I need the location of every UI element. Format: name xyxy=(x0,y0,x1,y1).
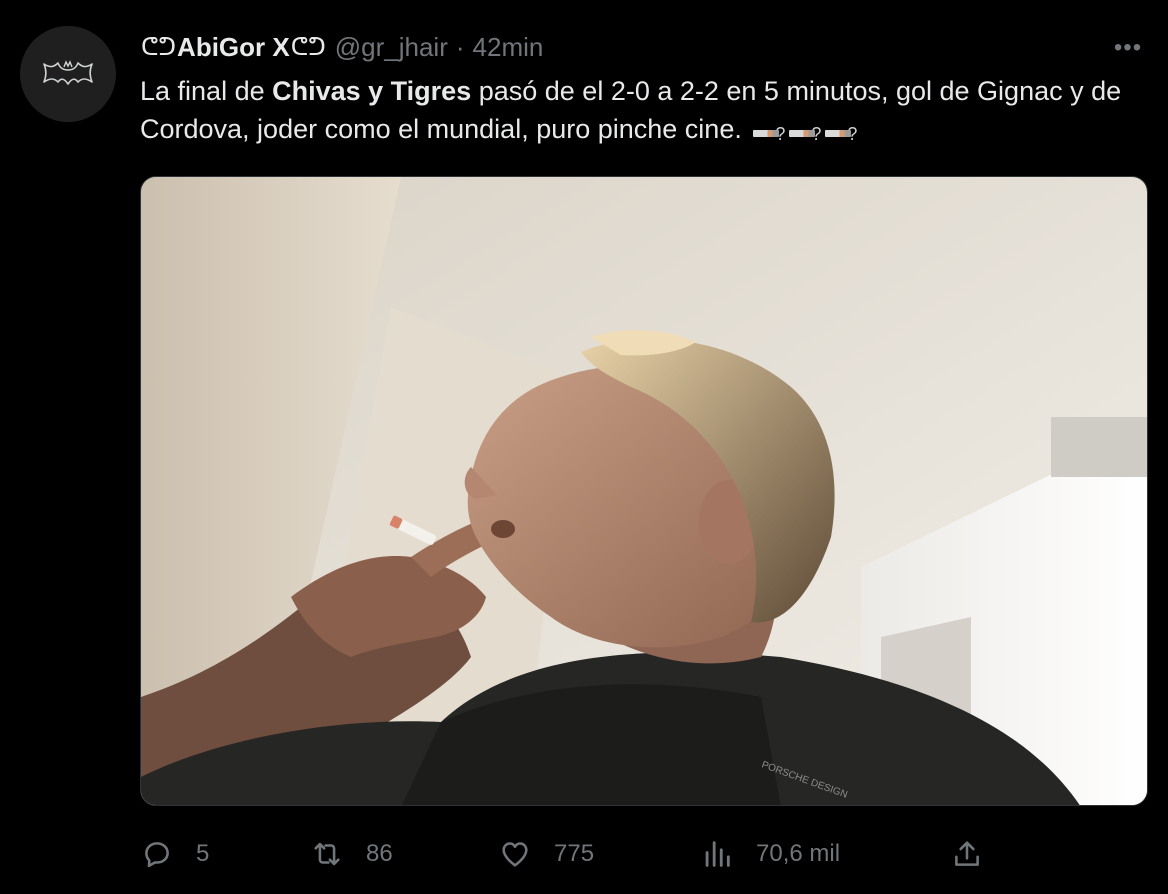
name-decoration-left: ᕦᕤ xyxy=(141,33,177,61)
views-button[interactable]: 70,6 mil xyxy=(700,832,840,876)
more-options-icon[interactable]: ••• xyxy=(1108,34,1148,62)
tweet-header: ᕦᕤ AbiGor X ᕦᕤ @gr_jhair · 42min xyxy=(140,30,543,64)
timestamp[interactable]: 42min xyxy=(473,32,544,63)
views-icon xyxy=(705,841,730,867)
emoji-icon: ? xyxy=(751,115,785,144)
avatar[interactable] xyxy=(20,26,116,122)
user-handle[interactable]: @gr_jhair xyxy=(335,32,448,63)
display-name[interactable]: ᕦᕤ AbiGor X ᕦᕤ xyxy=(140,32,327,63)
tweet-text: La final de Chivas y Tigres pasó de el 2… xyxy=(140,72,1140,148)
man-smoking-photo: PORSCHE DESIGN xyxy=(141,177,1147,805)
like-button[interactable]: 775 xyxy=(498,832,594,876)
share-icon xyxy=(955,841,979,866)
heart-icon xyxy=(502,842,528,867)
name-decoration-right: ᕦᕤ xyxy=(290,33,326,61)
share-button[interactable] xyxy=(950,832,984,876)
tweet-text-part: La final de xyxy=(140,76,273,106)
retweet-count: 86 xyxy=(366,840,393,867)
reply-icon xyxy=(145,842,169,868)
retweet-icon xyxy=(314,842,340,866)
display-name-text: AbiGor X xyxy=(177,31,290,62)
reply-count: 5 xyxy=(196,840,210,867)
separator-dot: · xyxy=(455,31,465,62)
emoji-icon: ? xyxy=(787,115,821,144)
bat-logo-icon xyxy=(43,60,93,85)
tweet-text-bold: Chivas y Tigres xyxy=(272,76,472,106)
reply-button[interactable]: 5 xyxy=(140,832,209,876)
emoji-icon: ? xyxy=(823,115,857,144)
tweet-actions: 5 86 775 70,6 mil xyxy=(140,832,1000,876)
views-count: 70,6 mil xyxy=(756,840,841,867)
tweet-media-image[interactable]: PORSCHE DESIGN xyxy=(140,176,1148,806)
tweet[interactable]: ᕦᕤ AbiGor X ᕦᕤ @gr_jhair · 42min ••• La … xyxy=(0,0,1168,894)
like-count: 775 xyxy=(554,840,595,867)
retweet-button[interactable]: 86 xyxy=(310,832,393,876)
